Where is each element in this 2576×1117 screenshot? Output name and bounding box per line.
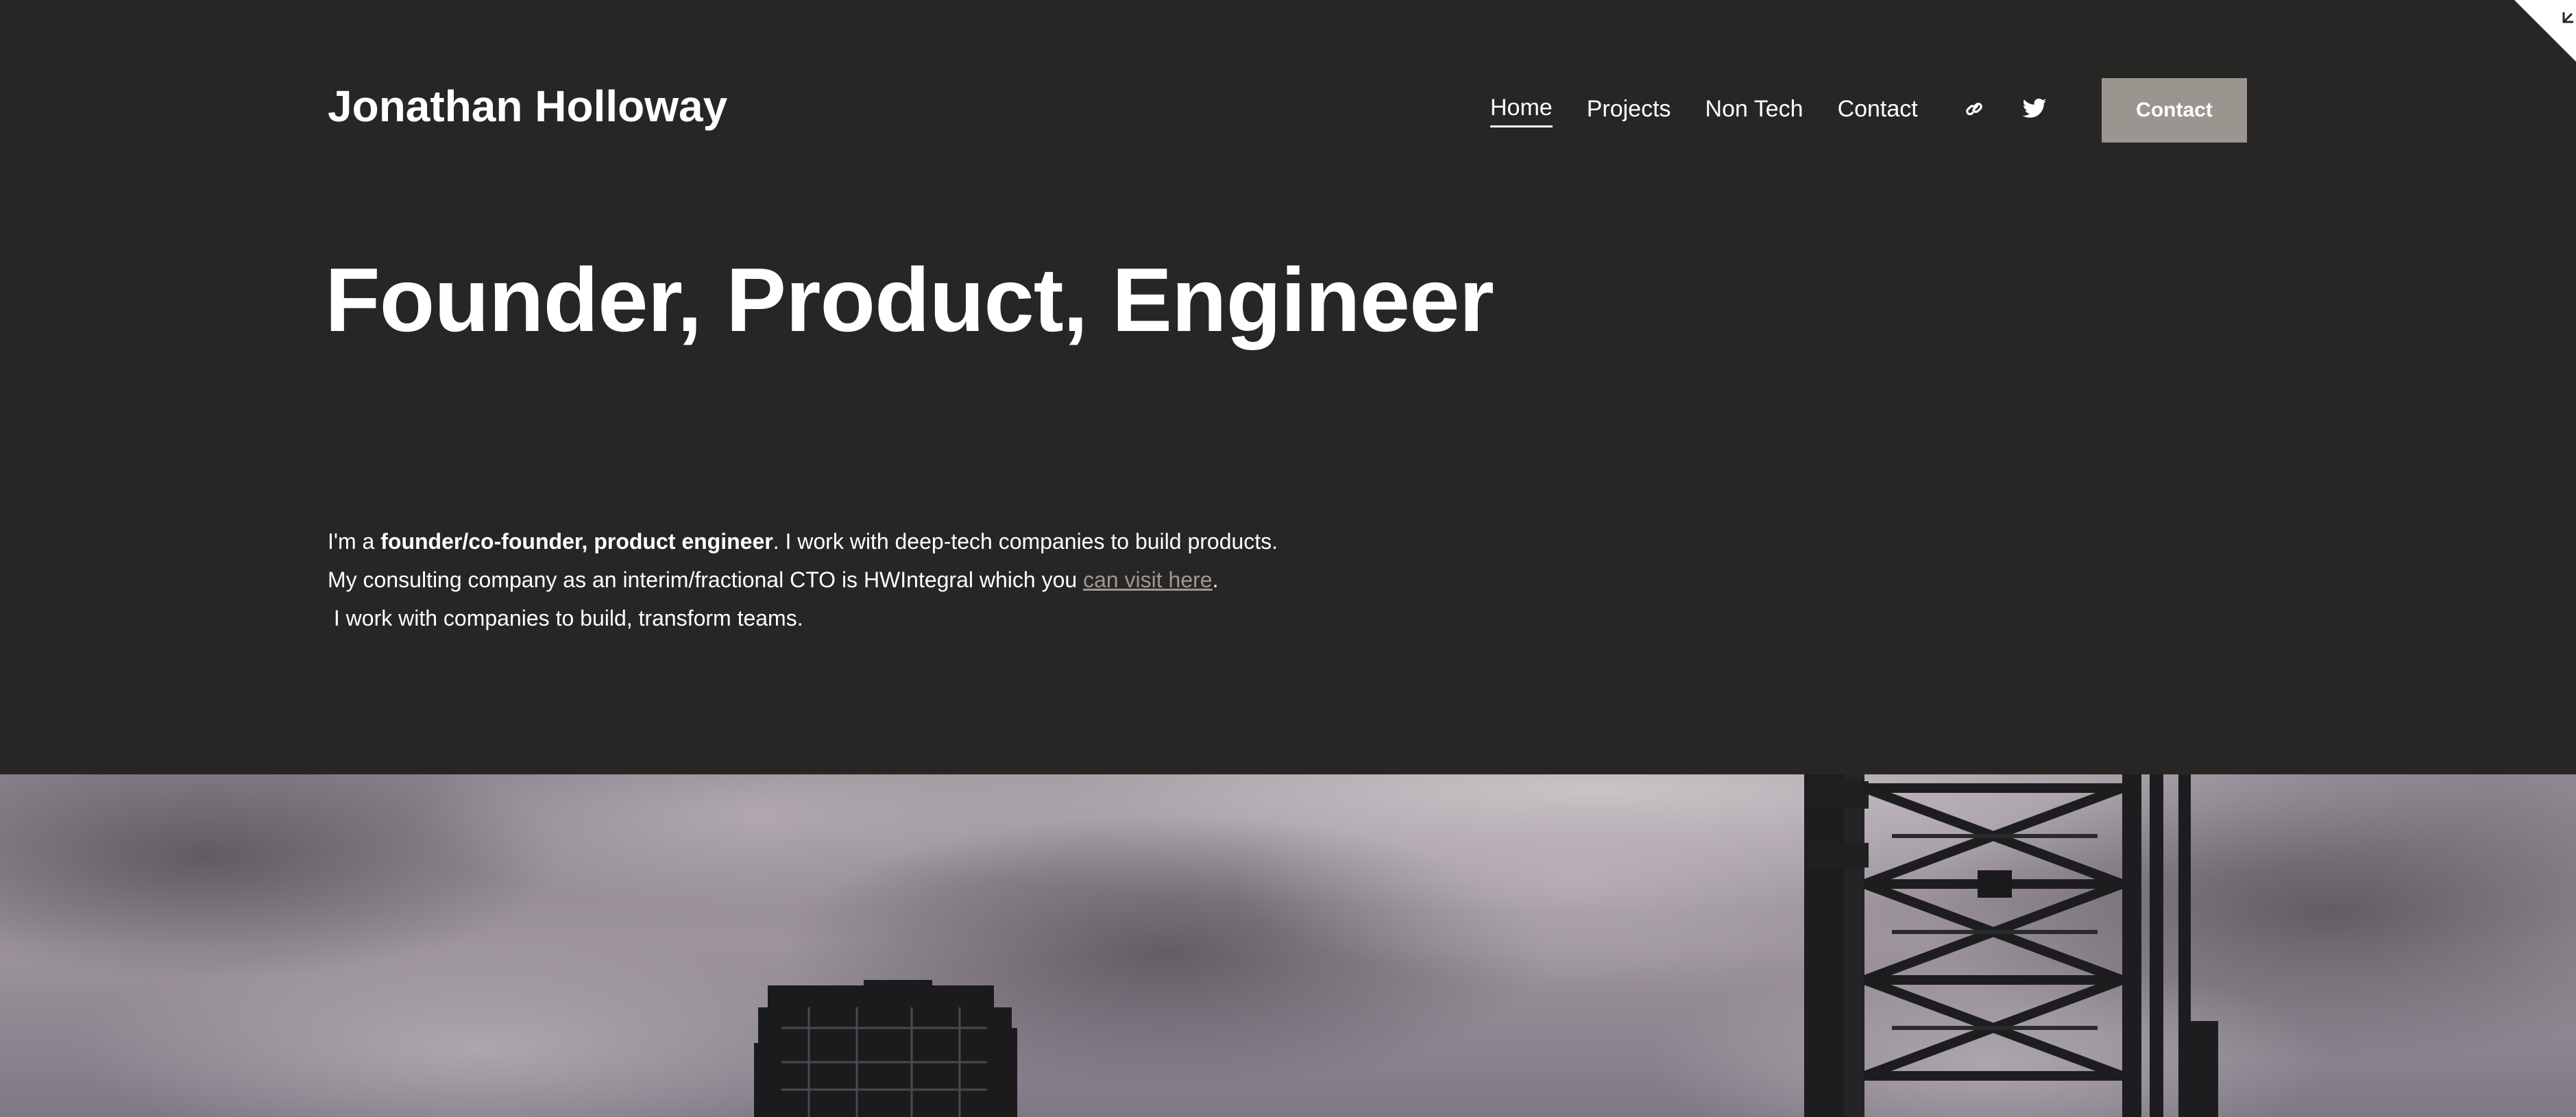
nav-projects[interactable]: Projects [1587, 96, 1671, 127]
intro-line2-prefix: My consulting company as an interim/frac… [328, 567, 1084, 592]
left-crane [754, 980, 1017, 1117]
twitter-icon[interactable] [2019, 94, 2050, 124]
industrial-cranes-image [0, 774, 2576, 1117]
contact-button[interactable]: Contact [2102, 78, 2247, 143]
hero-headline: Founder, Product, Engineer [325, 249, 1494, 350]
intro-line-1: I'm a founder/co-founder, product engine… [328, 522, 1278, 561]
hero-image [0, 774, 2576, 1117]
visit-link[interactable]: can visit here [1083, 567, 1213, 592]
main-nav: Home Projects Non Tech Contact [1490, 95, 1952, 127]
intro-line1-prefix: I'm a [328, 529, 381, 554]
corner-arrow-icon[interactable] [2561, 10, 2576, 25]
header-section: Jonathan Holloway Home Projects Non Tech… [0, 0, 2576, 774]
nav-non-tech[interactable]: Non Tech [1705, 96, 1803, 127]
nav-home[interactable]: Home [1490, 95, 1553, 127]
intro-line2-suffix: . [1212, 567, 1219, 592]
site-title[interactable]: Jonathan Holloway [328, 81, 727, 132]
nav-contact[interactable]: Contact [1838, 96, 1918, 127]
page: Jonathan Holloway Home Projects Non Tech… [0, 0, 2576, 1117]
social-links [1959, 94, 2080, 124]
intro-line-2: My consulting company as an interim/frac… [328, 561, 1278, 599]
intro-line1-bold: founder/co-founder, product engineer [380, 529, 773, 554]
intro-line-3: I work with companies to build, transfor… [328, 606, 803, 630]
link-icon[interactable] [1959, 94, 1989, 124]
intro-text: I'm a founder/co-founder, product engine… [328, 522, 1278, 637]
intro-line1-suffix: . I work with deep-tech companies to bui… [773, 529, 1278, 554]
